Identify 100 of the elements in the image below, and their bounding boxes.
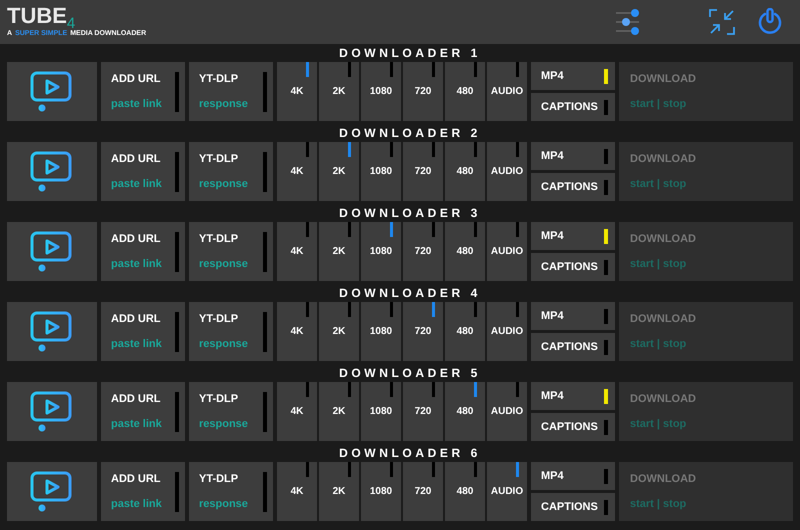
quality-button[interactable]: 2K xyxy=(319,222,359,281)
downloader-title: DOWNLOADER 3 xyxy=(338,205,482,221)
quality-button[interactable]: 4K xyxy=(277,142,317,201)
quality-button[interactable]: 720 xyxy=(403,382,443,441)
url-status-bar xyxy=(175,472,179,512)
quality-button[interactable]: 480 xyxy=(445,382,485,441)
paste-link-button[interactable]: paste link xyxy=(111,336,162,352)
quality-button[interactable]: 1080 xyxy=(361,302,401,361)
quality-button[interactable]: 2K xyxy=(319,62,359,121)
response-text: response xyxy=(199,96,248,112)
video-button[interactable] xyxy=(7,222,97,281)
engine-status-bar xyxy=(263,312,267,352)
paste-link-button[interactable]: paste link xyxy=(111,176,162,192)
engine-label: YT-DLP xyxy=(199,392,240,407)
video-button[interactable] xyxy=(7,62,97,121)
video-button[interactable] xyxy=(7,302,97,361)
quality-button[interactable]: 2K xyxy=(319,382,359,441)
logo-mark: 4 xyxy=(66,16,76,31)
logo-text: TUBE xyxy=(7,5,67,27)
mp4-toggle[interactable]: MP4 xyxy=(531,382,615,410)
captions-toggle[interactable]: CAPTIONS xyxy=(531,173,615,201)
downloader-title: DOWNLOADER 4 xyxy=(338,285,482,301)
video-button[interactable] xyxy=(7,462,97,521)
engine-status-bar xyxy=(263,472,267,512)
downloader-title: DOWNLOADER 5 xyxy=(338,365,482,381)
quality-button[interactable]: 720 xyxy=(403,142,443,201)
quality-button[interactable]: 720 xyxy=(403,462,443,521)
download-label: DOWNLOAD xyxy=(630,312,697,327)
video-button[interactable] xyxy=(7,382,97,441)
quality-button[interactable]: AUDIO xyxy=(487,222,527,281)
download-label: DOWNLOAD xyxy=(630,472,697,487)
paste-link-button[interactable]: paste link xyxy=(111,256,162,272)
url-status-bar xyxy=(175,72,179,112)
download-label: DOWNLOAD xyxy=(630,392,697,407)
paste-link-button[interactable]: paste link xyxy=(111,416,162,432)
engine-label: YT-DLP xyxy=(199,232,240,247)
download-label: DOWNLOAD xyxy=(630,232,697,247)
captions-toggle[interactable]: CAPTIONS xyxy=(531,493,615,521)
quality-button[interactable]: 480 xyxy=(445,462,485,521)
quality-button[interactable]: 480 xyxy=(445,302,485,361)
quality-button[interactable]: 2K xyxy=(319,142,359,201)
add-url-label: ADD URL xyxy=(111,232,162,247)
mp4-toggle[interactable]: MP4 xyxy=(531,462,615,490)
engine-label: YT-DLP xyxy=(199,312,240,327)
mp4-toggle[interactable]: MP4 xyxy=(531,302,615,330)
mp4-toggle[interactable]: MP4 xyxy=(531,142,615,170)
quality-button[interactable]: 1080 xyxy=(361,62,401,121)
engine-status-bar xyxy=(263,152,267,192)
captions-toggle[interactable]: CAPTIONS xyxy=(531,333,615,361)
downloader-title: DOWNLOADER 6 xyxy=(338,445,482,461)
video-button[interactable] xyxy=(7,142,97,201)
response-text: response xyxy=(199,336,248,352)
quality-button[interactable]: 1080 xyxy=(361,382,401,441)
quality-button[interactable]: 720 xyxy=(403,222,443,281)
url-status-bar xyxy=(175,152,179,192)
captions-toggle[interactable]: CAPTIONS xyxy=(531,253,615,281)
power-icon[interactable] xyxy=(757,8,783,36)
minimize-icon[interactable] xyxy=(709,9,735,35)
response-text: response xyxy=(199,416,248,432)
engine-label: YT-DLP xyxy=(199,152,240,167)
response-text: response xyxy=(199,176,248,192)
add-url-label: ADD URL xyxy=(111,472,162,487)
paste-link-button[interactable]: paste link xyxy=(111,96,162,112)
add-url-label: ADD URL xyxy=(111,392,162,407)
download-label: DOWNLOAD xyxy=(630,152,697,167)
add-url-label: ADD URL xyxy=(111,152,162,167)
url-status-bar xyxy=(175,232,179,272)
quality-button[interactable]: 480 xyxy=(445,62,485,121)
quality-button[interactable]: 4K xyxy=(277,382,317,441)
quality-button[interactable]: AUDIO xyxy=(487,462,527,521)
quality-button[interactable]: AUDIO xyxy=(487,142,527,201)
quality-button[interactable]: 720 xyxy=(403,302,443,361)
download-label: DOWNLOAD xyxy=(630,72,697,87)
engine-label: YT-DLP xyxy=(199,472,240,487)
quality-button[interactable]: 2K xyxy=(319,462,359,521)
url-status-bar xyxy=(175,312,179,352)
engine-status-bar xyxy=(263,72,267,112)
paste-link-button[interactable]: paste link xyxy=(111,496,162,512)
quality-button[interactable]: 480 xyxy=(445,142,485,201)
quality-button[interactable]: 4K xyxy=(277,462,317,521)
quality-button[interactable]: AUDIO xyxy=(487,302,527,361)
quality-button[interactable]: 2K xyxy=(319,302,359,361)
quality-button[interactable]: 720 xyxy=(403,62,443,121)
quality-button[interactable]: 4K xyxy=(277,302,317,361)
quality-button[interactable]: 4K xyxy=(277,222,317,281)
captions-toggle[interactable]: CAPTIONS xyxy=(531,93,615,121)
response-text: response xyxy=(199,256,248,272)
add-url-label: ADD URL xyxy=(111,72,162,87)
quality-button[interactable]: 4K xyxy=(277,62,317,121)
downloader-title: DOWNLOADER 2 xyxy=(338,125,482,141)
captions-toggle[interactable]: CAPTIONS xyxy=(531,413,615,441)
quality-button[interactable]: AUDIO xyxy=(487,382,527,441)
mp4-toggle[interactable]: MP4 xyxy=(531,62,615,90)
url-status-bar xyxy=(175,392,179,432)
quality-button[interactable]: 480 xyxy=(445,222,485,281)
mp4-toggle[interactable]: MP4 xyxy=(531,222,615,250)
quality-button[interactable]: AUDIO xyxy=(487,62,527,121)
quality-button[interactable]: 1080 xyxy=(361,222,401,281)
quality-button[interactable]: 1080 xyxy=(361,142,401,201)
quality-button[interactable]: 1080 xyxy=(361,462,401,521)
